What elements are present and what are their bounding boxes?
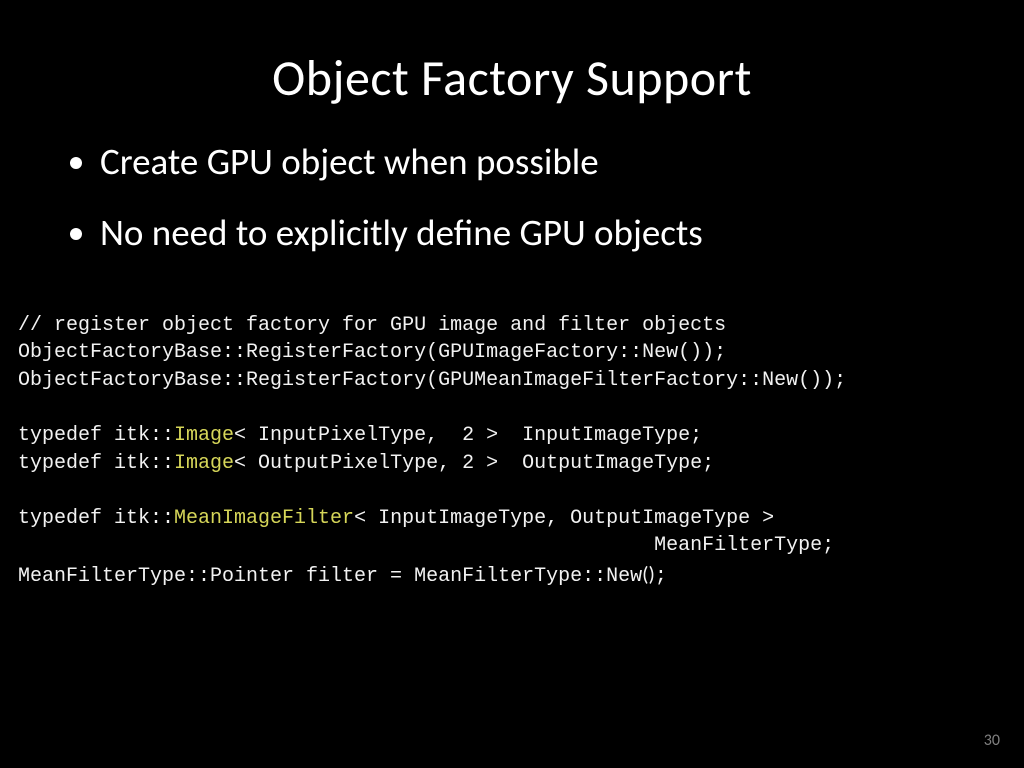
code-sans: (): [642, 561, 655, 587]
bullet-item: Create GPU object when possible: [100, 133, 964, 190]
slide: Object Factory Support Create GPU object…: [0, 0, 1024, 768]
code-line: ObjectFactoryBase::RegisterFactory(GPUMe…: [18, 369, 846, 392]
code-highlight: Image: [174, 452, 234, 475]
code-highlight: Image: [174, 424, 234, 447]
code-line: // register object factory for GPU image…: [18, 314, 726, 337]
code-line: typedef itk::Image< InputPixelType, 2 > …: [18, 424, 702, 447]
bullet-list: Create GPU object when possible No need …: [0, 133, 1024, 262]
code-line: MeanFilterType;: [18, 534, 834, 557]
page-number: 30: [984, 731, 1000, 750]
code-line: MeanFilterType::Pointer filter = MeanFil…: [18, 565, 667, 588]
bullet-item: No need to explicitly define GPU objects: [100, 204, 964, 261]
code-line: typedef itk::Image< OutputPixelType, 2 >…: [18, 452, 714, 475]
code-highlight: MeanImageFilter: [174, 507, 354, 530]
code-line: ObjectFactoryBase::RegisterFactory(GPUIm…: [18, 341, 726, 364]
code-block: // register object factory for GPU image…: [0, 276, 1024, 591]
slide-title: Object Factory Support: [0, 0, 1024, 133]
code-line: typedef itk::MeanImageFilter< InputImage…: [18, 507, 774, 530]
